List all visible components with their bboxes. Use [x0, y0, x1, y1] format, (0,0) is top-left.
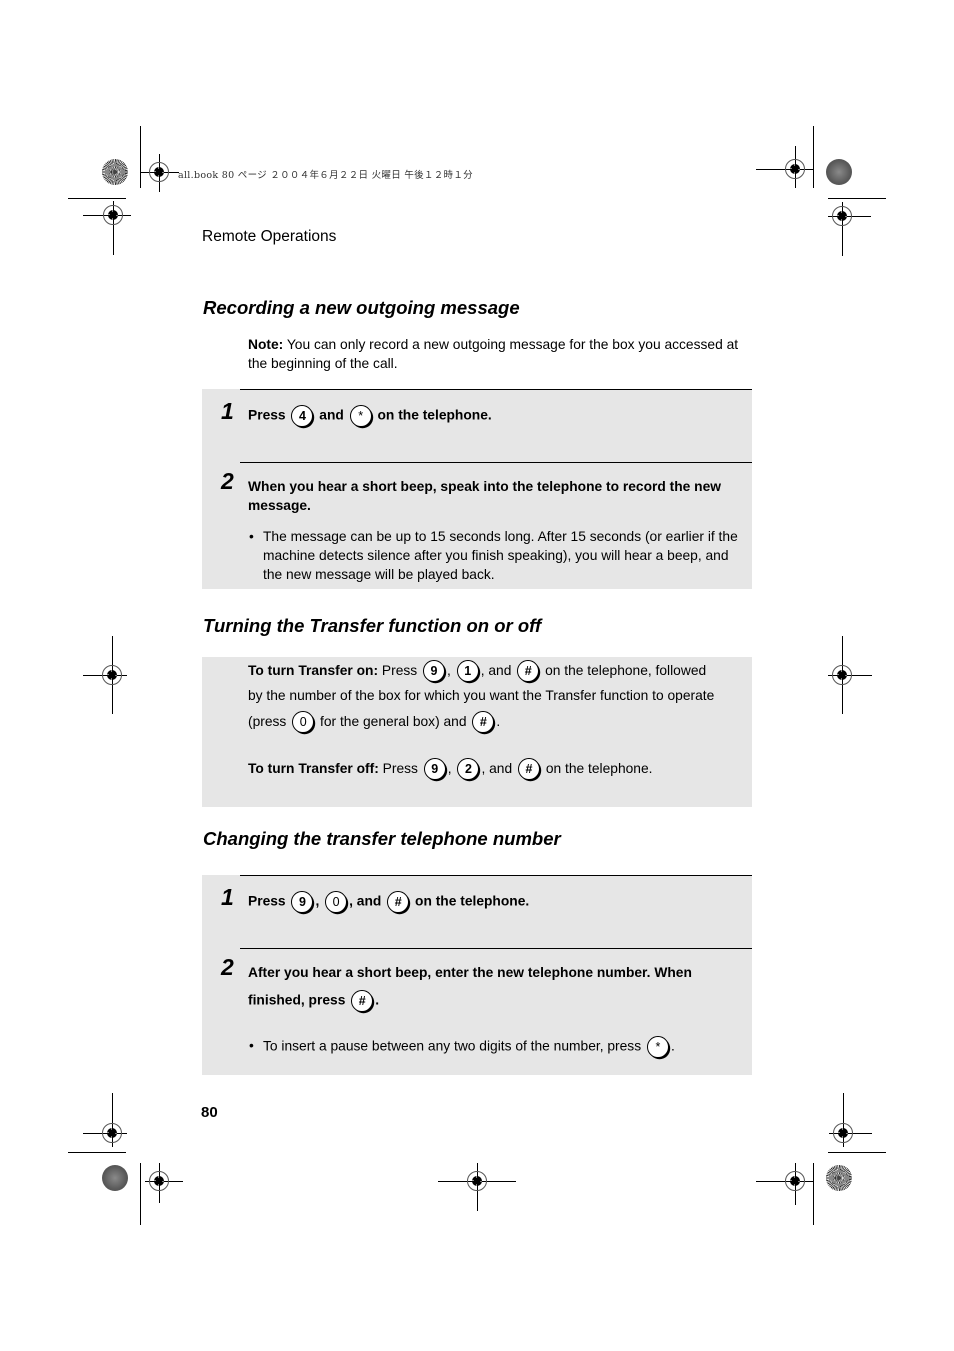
note: Note: You can only record a new outgoing…: [248, 336, 743, 373]
color-registration-disc-icon: [826, 1165, 852, 1191]
key-hash-icon: #: [518, 758, 540, 781]
text-part: , and: [480, 663, 512, 678]
step-divider: [240, 948, 752, 949]
key-hash-icon: #: [517, 660, 540, 683]
crop-mark-line: [140, 126, 141, 188]
transfer-on-line-3: (press 0 for the general box) and #.: [248, 709, 743, 734]
step-number: 1: [221, 884, 234, 910]
text-part: , and: [481, 761, 513, 776]
key-1-icon: 1: [456, 660, 479, 683]
key-9-icon: 9: [423, 660, 446, 683]
page-number: 80: [201, 1104, 218, 1121]
step-divider: [240, 462, 752, 463]
step-text-part: Press: [248, 407, 286, 423]
color-registration-disc-icon: [102, 1165, 128, 1191]
running-head: Remote Operations: [202, 228, 337, 245]
bullet-text-part: .: [670, 1038, 675, 1054]
print-slug: all.book 80 ページ ２００４年６月２２日 火曜日 午後１２時１分: [178, 170, 473, 181]
text-part: Press: [382, 761, 418, 776]
step-text-part: .: [375, 992, 380, 1008]
step-divider: [240, 875, 752, 876]
step-number: 2: [221, 954, 234, 980]
text-part: .: [496, 714, 501, 729]
transfer-off-line: To turn Transfer off: Press 9, 2, and # …: [248, 756, 743, 781]
crop-mark-line: [68, 1152, 126, 1153]
step-text-line-2: finished, press #.: [248, 990, 743, 1012]
text-part: for the general box) and: [320, 714, 467, 729]
transfer-on-label: To turn Transfer on:: [248, 663, 379, 678]
step-text-part: ,: [315, 893, 320, 909]
bullet-text: The message can be up to 15 seconds long…: [263, 529, 738, 582]
key-hash-icon: #: [472, 711, 495, 734]
step-number: 1: [221, 398, 234, 424]
section-title-recording: Recording a new outgoing message: [203, 297, 520, 318]
note-text: You can only record a new outgoing messa…: [248, 337, 739, 371]
key-star-icon: *: [349, 405, 372, 427]
text-part: Press: [381, 663, 418, 678]
key-star-icon: *: [646, 1036, 669, 1058]
text-part: on the telephone, followed: [545, 663, 707, 678]
step-text-part: on the telephone.: [415, 893, 530, 909]
text-part: on the telephone.: [545, 761, 653, 776]
step-text: Press 4 and * on the telephone.: [248, 405, 743, 427]
bullet-item: • The message can be up to 15 seconds lo…: [248, 527, 743, 584]
step-text-part: finished, press: [248, 992, 346, 1008]
step-text-part: and: [319, 407, 344, 423]
section-title-transfer: Turning the Transfer function on or off: [203, 615, 542, 636]
crop-mark-line: [813, 1163, 814, 1225]
step-text-part: on the telephone.: [377, 407, 492, 423]
note-label: Note:: [248, 337, 284, 352]
bullet-item: • To insert a pause between any two digi…: [248, 1036, 743, 1058]
key-0-icon: 0: [292, 711, 315, 734]
crop-mark-line: [828, 198, 886, 199]
step-text: Press 9, 0, and # on the telephone.: [248, 891, 743, 913]
key-hash-icon: #: [351, 990, 374, 1012]
text-part: (press: [248, 714, 287, 729]
transfer-on-line-1: To turn Transfer on: Press 9, 1, and # o…: [248, 658, 743, 683]
key-9-icon: 9: [423, 758, 446, 781]
key-2-icon: 2: [457, 758, 480, 781]
bullet-icon: •: [249, 1038, 254, 1053]
key-9-icon: 9: [291, 891, 314, 913]
color-registration-disc-icon: [102, 159, 128, 185]
text-part: ,: [447, 761, 452, 776]
bullet-text: To insert a pause between any two digits…: [263, 1038, 642, 1054]
crop-mark-line: [68, 198, 126, 199]
step-number: 2: [221, 468, 234, 494]
crop-mark-line: [140, 1163, 141, 1225]
transfer-off-label: To turn Transfer off:: [248, 761, 379, 776]
text-part: ,: [447, 663, 451, 678]
key-4-icon: 4: [291, 405, 314, 427]
step-text: When you hear a short beep, speak into t…: [248, 479, 722, 513]
section-title-changing-number: Changing the transfer telephone number: [203, 828, 561, 849]
transfer-on-line-2: by the number of the box for which you w…: [248, 688, 715, 703]
key-hash-icon: #: [387, 891, 410, 913]
bullet-icon: •: [249, 529, 254, 544]
step-text-part: , and: [349, 893, 382, 909]
step-divider: [240, 389, 752, 390]
color-registration-disc-icon: [826, 159, 852, 185]
crop-mark-line: [828, 1152, 886, 1153]
key-0-icon: 0: [325, 891, 348, 913]
step-text-line-1: After you hear a short beep, enter the n…: [248, 965, 692, 980]
step-text-part: Press: [248, 893, 286, 909]
crop-mark-line: [813, 126, 814, 188]
